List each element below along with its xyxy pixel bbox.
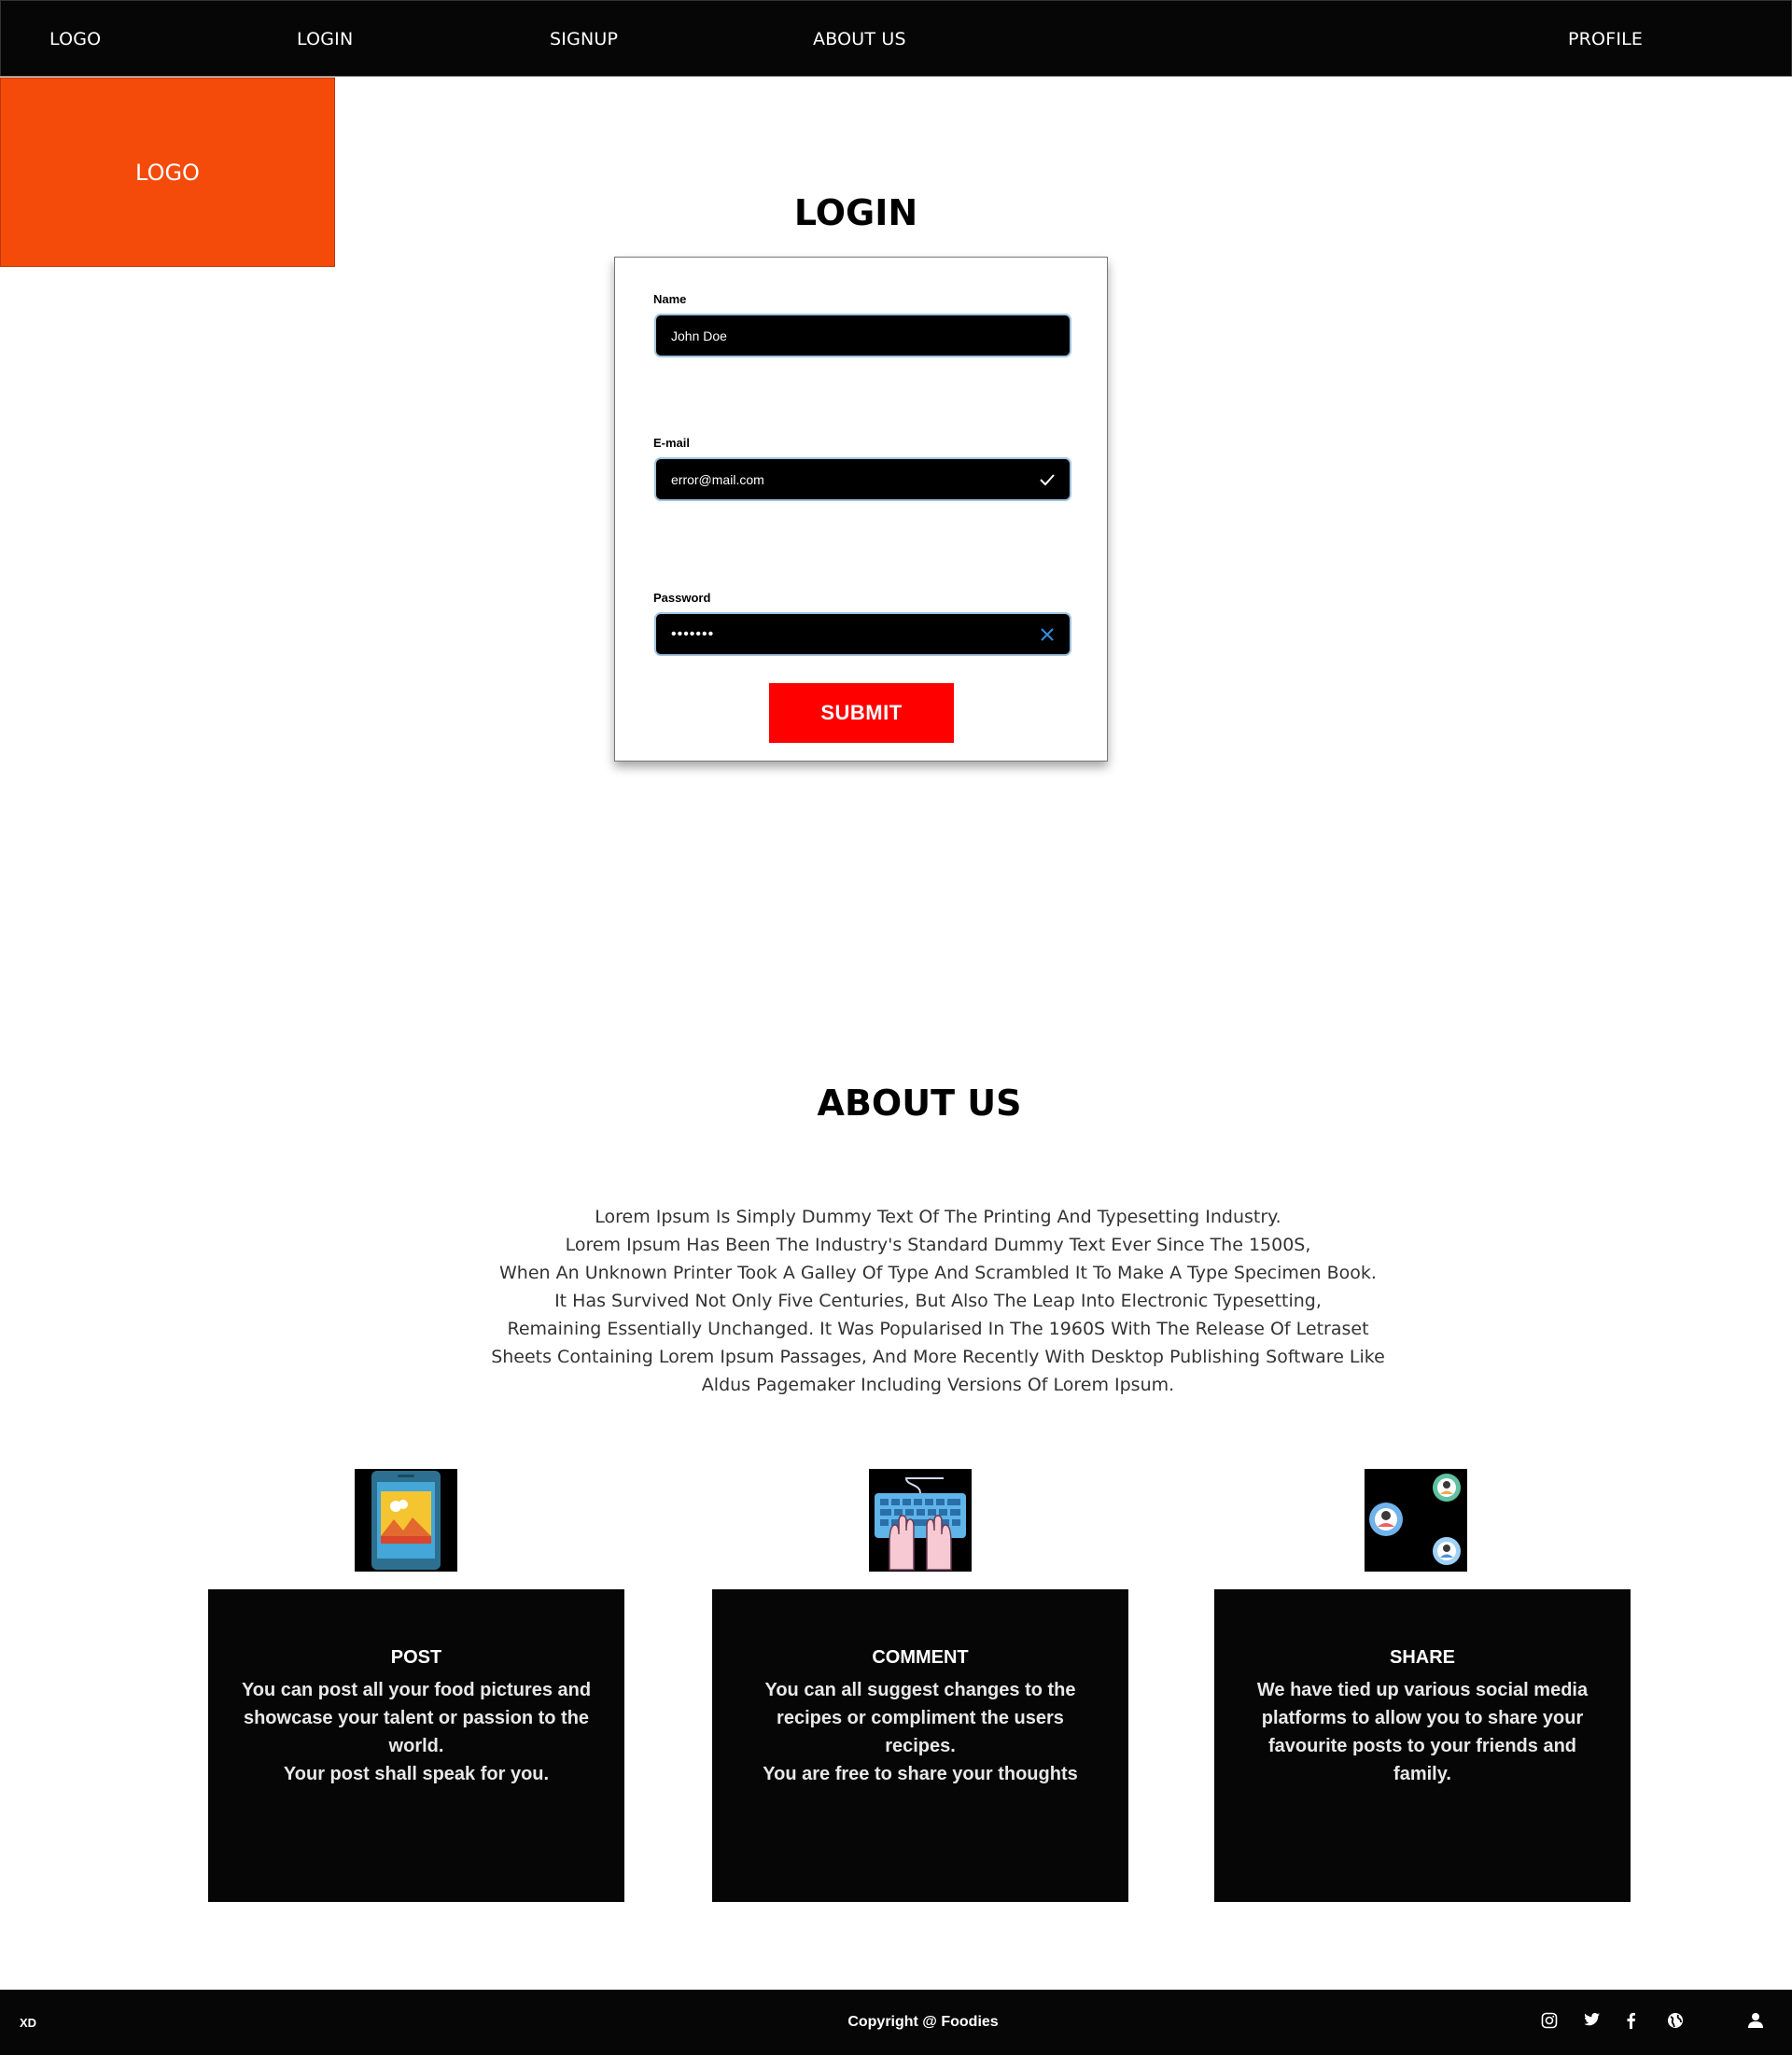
login-form-card: Name E-mail Password SUBMIT bbox=[614, 257, 1108, 762]
about-line: It Has Survived Not Only Five Centuries,… bbox=[554, 1291, 1322, 1311]
users-network-icon bbox=[1365, 1469, 1467, 1572]
feature-title: SHARE bbox=[1389, 1647, 1455, 1668]
feature-card-post: POST You can post all your food pictures… bbox=[208, 1589, 624, 1902]
name-field[interactable] bbox=[654, 314, 1071, 357]
email-label: E-mail bbox=[653, 436, 691, 450]
about-line: Lorem Ipsum Has Been The Industry's Stan… bbox=[565, 1235, 1311, 1255]
close-icon[interactable] bbox=[1038, 625, 1057, 644]
logo-text: LOGO bbox=[135, 159, 200, 186]
nav-login-link[interactable]: LOGIN bbox=[297, 29, 353, 49]
keyboard-hands-icon bbox=[869, 1469, 972, 1572]
about-line: When An Unknown Printer Took A Galley Of… bbox=[499, 1263, 1377, 1283]
feature-title: COMMENT bbox=[872, 1647, 969, 1668]
password-label: Password bbox=[653, 591, 711, 605]
password-input[interactable] bbox=[671, 614, 1016, 654]
nav-signup-link[interactable]: SIGNUP bbox=[550, 29, 618, 49]
feature-text: You can all suggest changes to the recip… bbox=[763, 1676, 1077, 1788]
nav-profile-link[interactable]: PROFILE bbox=[1568, 29, 1643, 49]
feature-line: favourite posts to your friends and bbox=[1267, 1736, 1577, 1756]
feature-line: platforms to allow you to share your bbox=[1261, 1708, 1584, 1728]
email-field[interactable] bbox=[654, 457, 1071, 501]
feature-title: POST bbox=[390, 1647, 442, 1668]
twitter-icon[interactable] bbox=[1584, 2012, 1603, 2031]
feature-line: family. bbox=[1393, 1764, 1451, 1784]
feature-line: world. bbox=[388, 1736, 444, 1756]
checkmark-icon bbox=[1038, 470, 1057, 489]
logo-block[interactable]: LOGO bbox=[0, 77, 335, 267]
footer-copyright: Copyright @ Foodies bbox=[847, 2014, 999, 2030]
tablet-image-icon bbox=[355, 1469, 457, 1572]
feature-card-share: SHARE We have tied up various social med… bbox=[1214, 1589, 1631, 1902]
nav-about-link[interactable]: ABOUT US bbox=[813, 29, 906, 49]
feature-text: You can post all your food pictures and … bbox=[242, 1676, 591, 1788]
about-title: ABOUT US bbox=[817, 1083, 1022, 1124]
globe-icon[interactable] bbox=[1667, 2012, 1686, 2031]
about-line: Aldus Pagemaker Including Versions Of Lo… bbox=[701, 1375, 1175, 1395]
feature-line: You can all suggest changes to the bbox=[764, 1680, 1076, 1700]
about-line: Lorem Ipsum Is Simply Dummy Text Of The … bbox=[595, 1207, 1281, 1227]
about-description: Lorem Ipsum Is Simply Dummy Text Of The … bbox=[467, 1203, 1409, 1399]
feature-text: We have tied up various social media pla… bbox=[1257, 1676, 1588, 1788]
top-navbar: LOGO LOGIN SIGNUP ABOUT US PROFILE bbox=[0, 0, 1792, 77]
name-input[interactable] bbox=[671, 315, 1016, 356]
feature-line: You are free to share your thoughts bbox=[763, 1764, 1078, 1784]
feature-line: showcase your talent or passion to the bbox=[243, 1708, 590, 1728]
feature-line: recipes or compliment the users bbox=[777, 1708, 1064, 1728]
login-title: LOGIN bbox=[793, 192, 918, 233]
feature-line: You can post all your food pictures and bbox=[241, 1680, 592, 1700]
feature-line: recipes. bbox=[885, 1736, 956, 1756]
feature-line: We have tied up various social media bbox=[1256, 1680, 1589, 1700]
footer: XD Copyright @ Foodies bbox=[0, 1990, 1792, 2055]
instagram-icon[interactable] bbox=[1541, 2012, 1560, 2031]
feature-card-comment: COMMENT You can all suggest changes to t… bbox=[712, 1589, 1128, 1902]
nav-logo-link[interactable]: LOGO bbox=[49, 29, 101, 49]
about-line: Remaining Essentially Unchanged. It Was … bbox=[507, 1319, 1369, 1339]
feature-line: Your post shall speak for you. bbox=[283, 1764, 550, 1784]
user-icon[interactable] bbox=[1747, 2012, 1766, 2031]
about-line: Sheets Containing Lorem Ipsum Passages, … bbox=[491, 1347, 1385, 1367]
password-field[interactable] bbox=[654, 612, 1071, 656]
submit-button[interactable]: SUBMIT bbox=[769, 683, 954, 743]
email-input[interactable] bbox=[671, 459, 1016, 499]
facebook-icon[interactable] bbox=[1625, 2012, 1644, 2031]
name-label: Name bbox=[653, 292, 687, 306]
